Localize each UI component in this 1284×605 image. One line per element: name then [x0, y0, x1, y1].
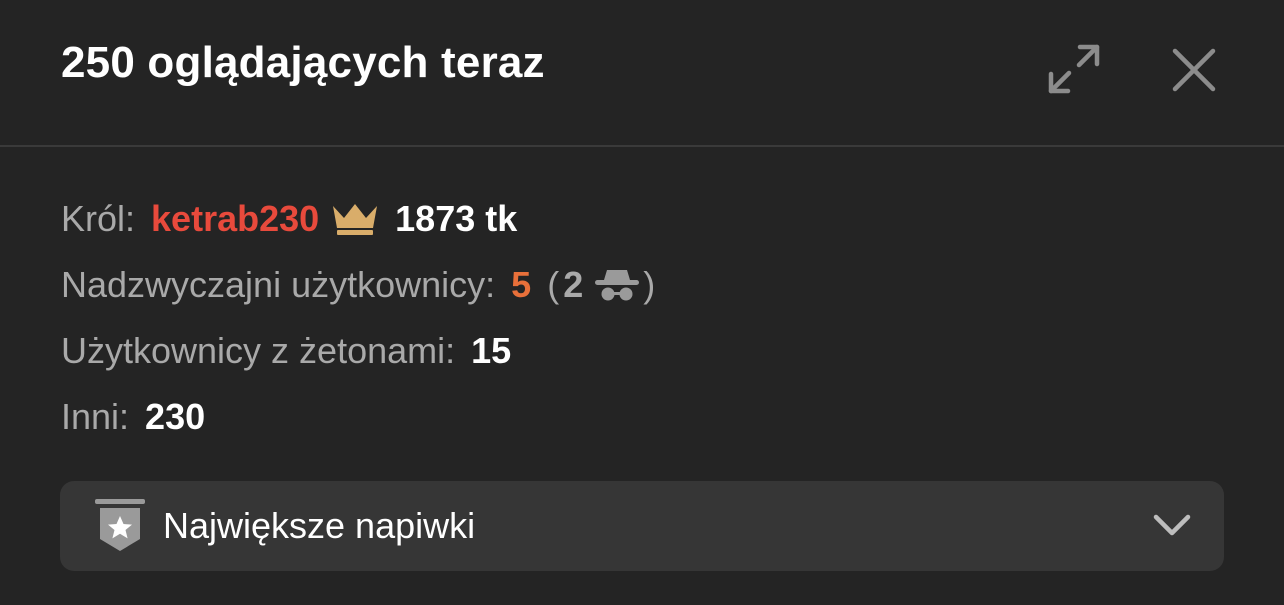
king-label: Król: [61, 198, 136, 239]
close-icon [1172, 48, 1216, 92]
token-users-row: Użytkownicy z żetonami: 15 [61, 318, 655, 384]
expand-icon [1048, 44, 1100, 94]
anonymous-users-count: 2 [563, 264, 584, 305]
king-username[interactable]: ketrab230 [151, 198, 319, 240]
panel-header: 250 oglądających teraz [0, 0, 1284, 147]
star-badge-icon [93, 499, 147, 558]
token-users-count: 15 [471, 330, 512, 371]
exceptional-users-label: Nadzwyczajni użytkownicy: [61, 264, 496, 305]
incognito-icon [593, 267, 641, 303]
expand-button[interactable] [1040, 36, 1108, 102]
top-tips-label: Największe napiwki [163, 505, 476, 546]
top-tips-dropdown[interactable]: Największe napiwki [60, 481, 1224, 571]
close-button[interactable] [1162, 38, 1226, 102]
exceptional-users-row: Nadzwyczajni użytkownicy: 5 ( 2 ) [61, 252, 655, 318]
open-paren: ( [547, 264, 560, 305]
king-tokens: 1873 tk [395, 198, 518, 239]
exceptional-users-count: 5 [511, 264, 532, 305]
others-label: Inni: [61, 396, 130, 437]
chevron-down-icon [1152, 509, 1192, 548]
close-paren: ) [643, 264, 656, 305]
king-row: Król: ketrab230 1873 tk [61, 186, 655, 252]
others-row: Inni: 230 [61, 384, 655, 450]
others-count: 230 [145, 396, 206, 437]
page-title: 250 oglądających teraz [61, 38, 545, 87]
viewer-stats: Król: ketrab230 1873 tk Nadzwyczajni uży… [61, 186, 655, 450]
crown-icon [331, 202, 379, 236]
token-users-label: Użytkownicy z żetonami: [61, 330, 456, 371]
